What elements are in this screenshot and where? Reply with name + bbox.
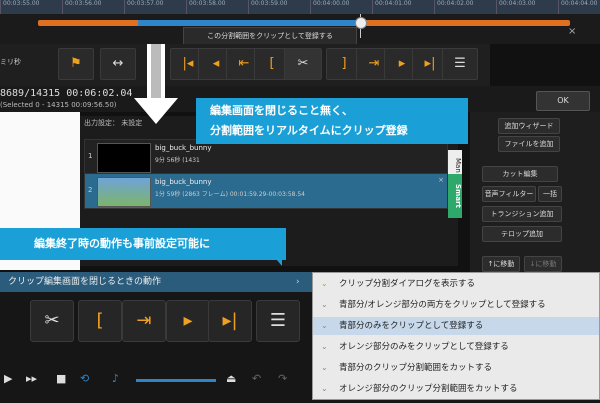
timeline-tick: 00:04:00.00 [310,0,350,14]
menu-icon[interactable]: ☰ [256,300,300,342]
move-icon[interactable]: ↔ [100,48,136,80]
volume-slider[interactable] [136,379,216,382]
dropdown-item[interactable]: ⌄ クリップ分割ダイアログを表示する [313,275,599,293]
dropdown-item[interactable]: ⌄ オレンジ部分のクリップ分割範囲をカットする [313,380,599,398]
fast-forward-icon[interactable]: ▸▸ [26,372,37,385]
clip-name: big_buck_bunny [155,178,212,186]
dropdown-item[interactable]: ⌄ 青部分のクリップ分割範囲をカットする [313,359,599,377]
bracket-open-icon[interactable]: [ [78,300,122,342]
menu-icon[interactable]: ☰ [442,48,478,80]
add-wizard-button[interactable]: 追加ウィザード [498,118,560,134]
down-arrow-icon [134,98,178,124]
timeline-tick: 00:04:04.00 [558,0,598,14]
timeline-tick: 00:03:55.00 [0,0,40,14]
chevron-down-icon: ⌄ [321,384,328,393]
timeline-tick: 00:04:01.00 [372,0,412,14]
volume-icon[interactable]: ♪ [112,372,119,385]
clip-thumbnail [97,143,151,173]
timeline-tick: 00:03:58.00 [186,0,226,14]
menu-item-close-action[interactable]: クリップ編集画面を閉じるときの動作 [0,272,312,292]
batch-button[interactable]: 一括 [538,186,562,202]
callout-line: 分割範囲をリアルタイムにクリップ登録 [210,124,408,137]
dropdown-item-selected[interactable]: ⌄ 青部分のみをクリップとして登録する [313,317,599,335]
undo-icon[interactable]: ↶ [252,372,261,385]
chevron-down-icon: ⌄ [321,342,328,351]
dropdown-item[interactable]: ⌄ オレンジ部分のみをクリップとして登録する [313,338,599,356]
dropdown-item-label: 青部分のみをクリップとして登録する [339,321,484,331]
loop-icon[interactable]: ⟲ [80,372,89,385]
dropdown-item-label: 青部分/オレンジ部分の両方をクリップとして登録する [339,300,546,310]
selection-range-text: (Selected 0 - 14315 00:09:56.50) [0,101,117,109]
timeline-tick: 00:03:57.00 [124,0,164,14]
add-file-button[interactable]: ファイルを追加 [498,136,560,152]
close-action-dropdown: ⌄ クリップ分割ダイアログを表示する ⌄ 青部分/オレンジ部分の両方をクリップとして… [312,272,600,400]
ms-label: ミリ秒 [0,58,21,66]
cut-edit-button[interactable]: カット編集 [482,166,558,182]
callout-line: 編集画面を閉じること無く、 [210,104,353,117]
timeline-tick: 00:03:59.00 [248,0,288,14]
frame-position-text: 8689/14315 00:06:02.04 [0,88,133,99]
next-frame-icon[interactable]: ▸ [166,300,210,342]
clip-number: 2 [88,186,93,194]
chevron-down-icon: ⌄ [321,321,328,330]
timeline-tick: 00:04:03.00 [496,0,536,14]
ok-button[interactable]: OK [536,91,590,111]
chevron-down-icon: ⌄ [321,363,328,372]
play-icon[interactable]: ▶ [4,372,12,385]
stop-icon[interactable]: ■ [56,372,66,385]
clip-thumbnail [97,177,151,207]
audio-filter-button[interactable]: 音声フィルター [482,186,536,202]
seekbar-blue-range[interactable] [138,20,358,26]
clip-info: 1分 59秒 (2863 フレーム) 00:01:59.29-00:03:58.… [155,191,305,198]
scissors-icon[interactable]: ✂ [284,48,322,80]
submenu-arrow-icon: › [296,277,300,287]
clip-name: big_buck_bunny [155,144,212,152]
dropdown-item-label: クリップ分割ダイアログを表示する [339,279,476,289]
add-telop-button[interactable]: テロップ追加 [482,226,562,242]
down-arrow-shaft-inner [151,44,161,102]
callout-exit-action: 編集終了時の動作も事前設定可能に [0,228,286,260]
tooltip: この分割範囲をクリップとして登録する [183,27,357,45]
tab-smart[interactable]: Smart [448,174,462,218]
clip-row[interactable]: 1 big_buck_bunny 9分 56秒 (1431 [84,139,448,175]
timeline-tick: 00:04:02.00 [434,0,474,14]
move-up-button[interactable]: ↑に移動 [482,256,520,272]
timeline-ruler[interactable]: 00:03:55.00 00:03:56.00 00:03:57.00 00:03:5… [0,0,600,14]
flag-icon[interactable]: ⚑ [58,48,94,80]
callout-tail [270,252,282,266]
clip-row[interactable]: 2 big_buck_bunny 1分 59秒 (2863 フレーム) 00:0… [84,173,448,209]
go-end-icon[interactable]: ⇥ [122,300,166,342]
add-transition-button[interactable]: トランジション追加 [482,206,562,222]
eject-icon[interactable]: ⏏ [226,372,236,385]
trim-end-icon[interactable]: ▸| [208,300,252,342]
timeline-tick: 00:03:56.00 [62,0,102,14]
scissors-icon[interactable]: ✂ [30,300,74,342]
clip-close-icon[interactable]: × [438,176,444,184]
chevron-down-icon: ⌄ [321,300,328,309]
move-down-button[interactable]: ↓に移動 [524,256,562,272]
redo-icon[interactable]: ↷ [278,372,287,385]
close-icon[interactable]: × [568,26,576,37]
clip-info: 9分 56秒 (1431 [155,157,200,164]
chevron-down-icon: ⌄ [321,279,328,288]
clip-number: 1 [88,152,93,160]
dropdown-item-label: 青部分のクリップ分割範囲をカットする [339,363,493,373]
dropdown-item[interactable]: ⌄ 青部分/オレンジ部分の両方をクリップとして登録する [313,296,599,314]
callout-realtime-clip: 編集画面を閉じること無く、 分割範囲をリアルタイムにクリップ登録 [196,98,468,144]
dropdown-item-label: オレンジ部分のみをクリップとして登録する [339,342,509,352]
dropdown-item-label: オレンジ部分のクリップ分割範囲をカットする [339,384,518,394]
